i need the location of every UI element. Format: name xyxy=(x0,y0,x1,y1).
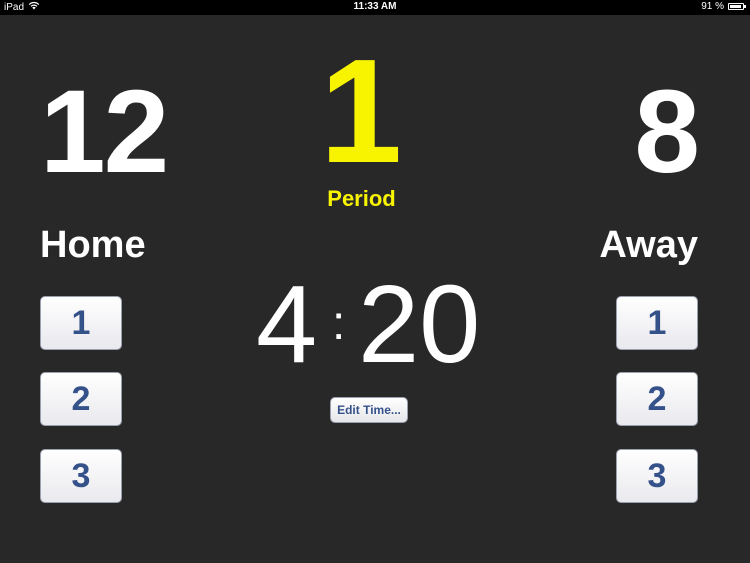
home-team-name: Home xyxy=(40,224,146,266)
away-add-3-button[interactable]: 3 xyxy=(616,449,698,503)
away-team-name: Away xyxy=(599,224,698,266)
game-clock: 4 : 20 xyxy=(250,270,495,380)
away-score: 8 xyxy=(634,66,700,198)
clock-minutes: 4 xyxy=(256,263,318,386)
home-add-2-button[interactable]: 2 xyxy=(40,372,122,426)
away-add-2-button[interactable]: 2 xyxy=(616,372,698,426)
battery-fill xyxy=(730,5,741,8)
home-add-1-button[interactable]: 1 xyxy=(40,296,122,350)
battery-percent: 91 % xyxy=(701,1,724,12)
status-right: 91 % xyxy=(701,1,746,12)
away-add-1-button[interactable]: 1 xyxy=(616,296,698,350)
status-time: 11:33 AM xyxy=(353,1,397,12)
clock-separator: : xyxy=(332,297,346,350)
edit-time-button[interactable]: Edit Time... xyxy=(330,397,408,423)
clock-seconds: 20 xyxy=(358,263,481,386)
status-bar: iPad 11:33 AM 91 % xyxy=(0,0,750,15)
battery-icon xyxy=(728,3,746,10)
home-add-3-button[interactable]: 3 xyxy=(40,449,122,503)
